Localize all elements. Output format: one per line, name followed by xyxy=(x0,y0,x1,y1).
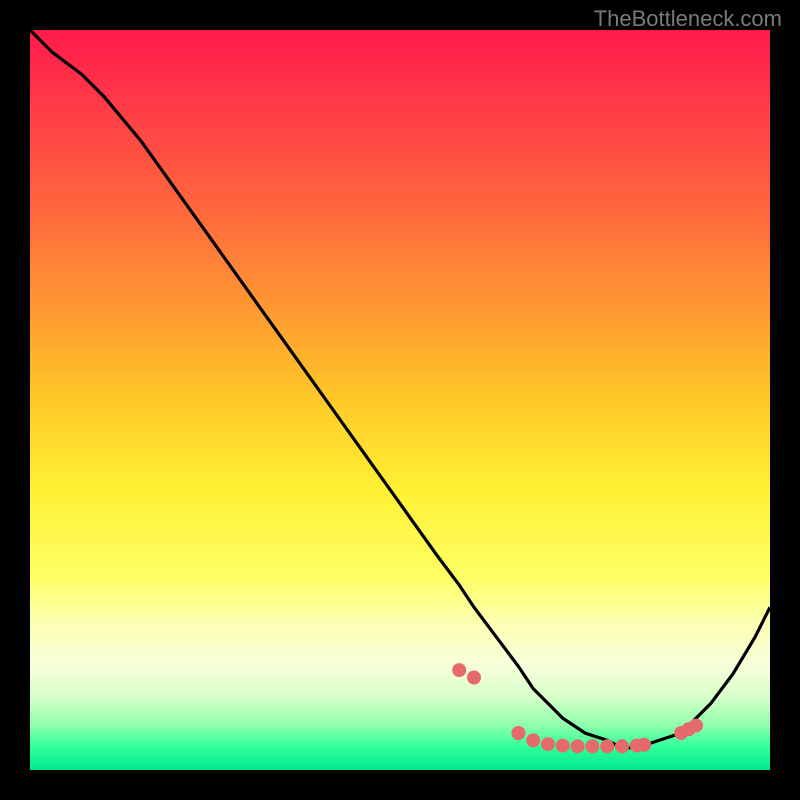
plot-area xyxy=(30,30,770,770)
dot xyxy=(511,726,525,740)
watermark-text: TheBottleneck.com xyxy=(594,6,782,32)
dot xyxy=(556,739,570,753)
dot xyxy=(571,739,585,753)
curve-path xyxy=(30,30,770,748)
dot xyxy=(585,739,599,753)
chart-svg xyxy=(30,30,770,770)
dot xyxy=(637,738,651,752)
dot xyxy=(689,719,703,733)
dot xyxy=(526,733,540,747)
dot xyxy=(541,737,555,751)
dot xyxy=(452,663,466,677)
dot xyxy=(467,671,481,685)
dot xyxy=(600,739,614,753)
dot xyxy=(615,739,629,753)
